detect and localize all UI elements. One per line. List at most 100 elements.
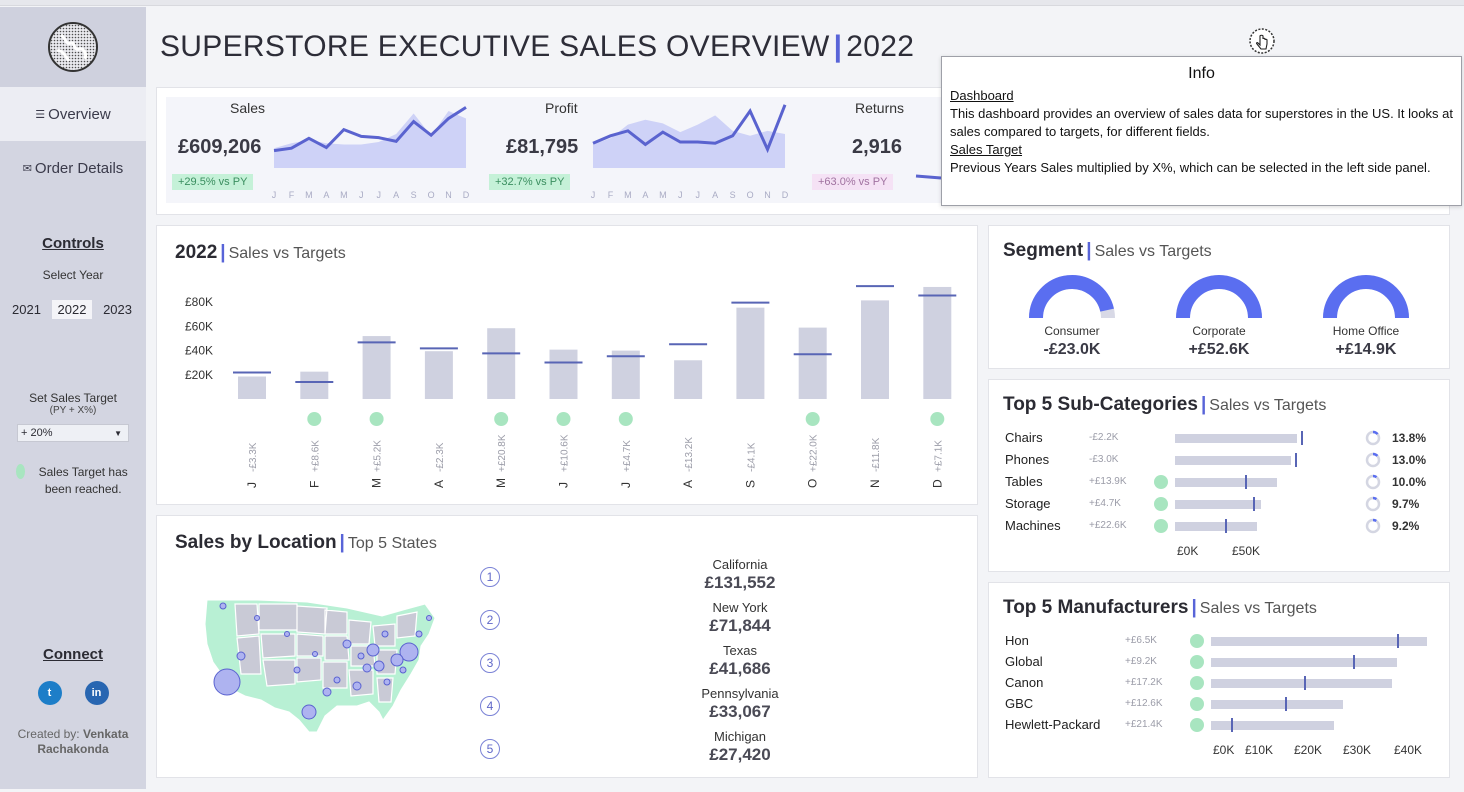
share-donut-icon (1365, 430, 1381, 446)
month-axis-label: J +£4.7K (619, 440, 633, 488)
sales-bar[interactable] (300, 371, 329, 399)
nav-overview[interactable]: ☰ Overview (0, 87, 146, 141)
state-name: California (712, 557, 768, 572)
month-axis-label: M +£20.8K (494, 434, 508, 488)
state-name: Pennsylvania (701, 686, 779, 701)
globe-logo-icon (48, 22, 98, 72)
sales-target-dropdown[interactable]: + 20% ▼ (17, 424, 129, 442)
sales-bar[interactable] (1175, 456, 1291, 465)
location-title-sep: | (339, 532, 345, 553)
kpi-month-label: J (376, 190, 381, 200)
linkedin-icon[interactable]: in (84, 681, 109, 705)
created-by-name-1: Venkata (83, 727, 129, 741)
target-reached-dot (369, 412, 384, 426)
month-letter: M (370, 478, 384, 488)
row-diff: +£12.6K (1125, 698, 1163, 709)
us-map[interactable] (197, 594, 467, 744)
info-dashboard-text: This dashboard provides an overview of s… (950, 106, 1453, 139)
sales-bar[interactable] (736, 307, 765, 399)
state-value: £71,844 (709, 616, 771, 635)
x-axis-tick: £0K (1177, 544, 1199, 558)
kpi-month-label: J (678, 190, 683, 200)
location-title-bold: Sales by Location (175, 532, 337, 553)
target-marker (1353, 655, 1356, 669)
row-name: Machines (1005, 518, 1061, 533)
sales-bar[interactable] (1211, 700, 1344, 709)
sales-target-value: + 20% (21, 427, 53, 439)
sales-bar[interactable] (611, 350, 640, 399)
month-diff-label: -£4.1K (746, 442, 757, 472)
row-share-pct: 9.2% (1392, 519, 1420, 533)
logo-area (0, 7, 146, 87)
target-marker (1225, 519, 1227, 533)
target-reached-dot (1190, 676, 1204, 690)
rank-badge-5: 5 (480, 739, 500, 759)
segment-name: Consumer (1044, 324, 1100, 338)
state-name: Michigan (713, 729, 767, 744)
window-top-strip (0, 0, 1464, 6)
year-option-2023[interactable]: 2023 (97, 300, 138, 319)
kpi-month-label: D (463, 190, 470, 200)
rank-badge-1: 1 (480, 567, 500, 587)
sales-bar[interactable] (487, 328, 516, 399)
sales-bar[interactable] (1211, 679, 1393, 688)
sales-bar[interactable] (238, 376, 266, 399)
hand-pointer-icon[interactable] (1247, 28, 1277, 56)
sales-bar[interactable] (1175, 522, 1257, 531)
sales-bar[interactable] (1175, 500, 1261, 509)
sales-bar[interactable] (1175, 478, 1277, 487)
segment-gauge (1323, 275, 1409, 319)
sales-target-label: Set Sales Target (29, 391, 117, 405)
target-reached-dot (1190, 718, 1204, 732)
sales-bar[interactable] (798, 327, 827, 399)
sales-bar[interactable] (1211, 658, 1398, 667)
sales-bar[interactable] (1211, 637, 1427, 646)
donut-fill (1372, 452, 1379, 457)
twitter-icon[interactable]: t (37, 681, 62, 705)
segment-name: Corporate (1192, 324, 1246, 338)
sales-bar[interactable] (1175, 434, 1297, 443)
share-donut-icon (1365, 452, 1381, 468)
sales-bar[interactable] (674, 360, 703, 399)
year-selector: 2021 2022 2023 (0, 300, 146, 319)
kpi-month-label: J (695, 190, 700, 200)
monthly-sales-panel: 2022 | Sales vs Targets £20K £40K £60K £80K J -… (156, 225, 978, 505)
row-diff: +£9.2K (1125, 656, 1157, 667)
segment-diff: +£52.6K (1188, 341, 1250, 358)
sales-bar[interactable] (861, 300, 889, 399)
donut-fill (1372, 496, 1378, 501)
sales-bar[interactable] (362, 336, 391, 399)
y-tick-label: £60K (185, 319, 213, 333)
sales-bar[interactable] (424, 351, 453, 399)
row-diff: +£4.7K (1089, 498, 1121, 509)
month-letter: F (307, 481, 321, 488)
row-name: Global (1005, 654, 1043, 669)
target-reached-dot (1190, 697, 1204, 711)
sales-bar[interactable] (1211, 721, 1334, 730)
manuf-title-bold: Top 5 Manufacturers (1003, 597, 1189, 618)
manufacturer-panel: Top 5 Manufacturers | Sales vs Targets Hon… (988, 582, 1450, 778)
location-title-sub: Top 5 States (347, 535, 437, 552)
sales-bar[interactable] (549, 349, 578, 399)
segment-gauge (1029, 275, 1115, 319)
nav-order-details[interactable]: ✉ Order Details (0, 141, 146, 195)
target-reached-dot (1190, 655, 1204, 669)
year-option-2022[interactable]: 2022 (51, 300, 93, 319)
row-diff: +£6.5K (1125, 635, 1157, 646)
share-donut-icon (1365, 518, 1381, 534)
page-title-year: 2022 (846, 30, 915, 63)
sales-bar[interactable] (923, 286, 952, 399)
nav-overview-label: Overview (48, 105, 111, 123)
donut-track (1365, 518, 1381, 534)
year-option-2021[interactable]: 2021 (6, 300, 47, 319)
created-by: Created by: Venkata Rachakonda (0, 727, 146, 757)
kpi-month-label: F (289, 190, 295, 200)
segment-gauge (1176, 275, 1262, 319)
x-axis-tick: £30K (1343, 743, 1372, 757)
month-letter: O (806, 479, 820, 488)
row-name: Hon (1005, 633, 1029, 648)
row-name: Storage (1005, 496, 1051, 511)
kpi-profit-value: £81,795 (506, 136, 579, 158)
mail-icon: ✉ (22, 162, 32, 175)
subcat-title-sep: | (1200, 394, 1207, 415)
